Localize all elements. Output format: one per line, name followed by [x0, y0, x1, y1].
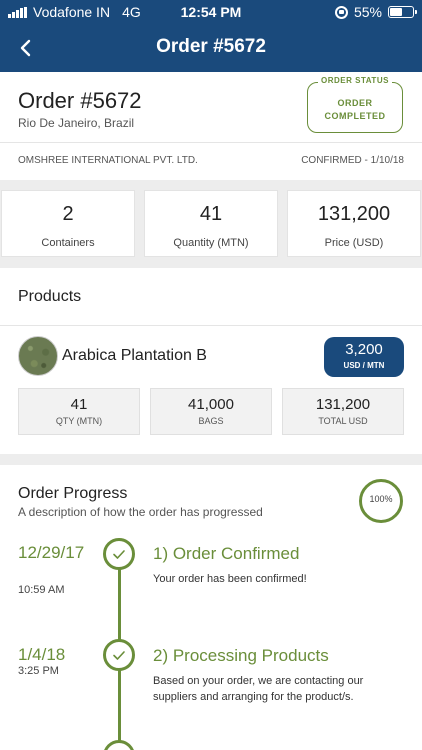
stat-label: Containers [41, 237, 95, 249]
product-metric-bags: 41,000 BAGS [150, 388, 272, 435]
progress-percent-ring: 100% [359, 479, 403, 523]
order-status-line2: COMPLETED [324, 111, 386, 121]
progress-description: A description of how the order has progr… [18, 505, 263, 519]
divider [0, 325, 422, 326]
company-name: OMSHREE INTERNATIONAL PVT. LTD. [18, 155, 198, 166]
status-bar: Vodafone IN 4G 12:54 PM 55% [0, 0, 422, 26]
product-metric-total: 131,200 TOTAL USD [282, 388, 404, 435]
step-check-dot [103, 538, 135, 570]
top-bar: Vodafone IN 4G 12:54 PM 55% Order #5672 [0, 0, 422, 72]
metric-value: 131,200 [315, 396, 371, 413]
metric-value: 41,000 [188, 396, 234, 413]
product-price-unit: USD / MTN [343, 361, 385, 370]
products-card: Products Arabica Plantation B 3,200 USD … [0, 268, 422, 454]
step-text: Based on your order, we are contacting o… [153, 675, 364, 703]
metric-label: TOTAL USD [318, 416, 368, 426]
step-time: 10:59 AM [18, 584, 65, 596]
confirmed-date: CONFIRMED - 1/10/18 [301, 155, 404, 166]
nav-title: Order #5672 [156, 36, 266, 57]
status-right: 55% [334, 4, 417, 20]
step-check-dot [103, 639, 135, 671]
product-price-badge: 3,200 USD / MTN [324, 337, 404, 377]
products-title: Products [18, 288, 82, 305]
metric-label: QTY (MTN) [55, 416, 103, 426]
order-header-card: Order #5672 Rio De Janeiro, Brazil ORDER… [0, 72, 422, 180]
order-status-badge: ORDER STATUS ORDER COMPLETED [307, 76, 403, 133]
order-status-value: ORDER COMPLETED [308, 97, 402, 123]
metric-value: 41 [70, 396, 88, 413]
rotation-lock-icon [334, 5, 348, 19]
stat-value: 2 [62, 203, 74, 225]
stat-label: Price (USD) [324, 237, 384, 249]
order-progress-card: Order Progress A description of how the … [0, 465, 422, 750]
product-price: 3,200 [345, 341, 383, 358]
stat-value: 131,200 [317, 203, 391, 225]
order-status-label: ORDER STATUS [318, 76, 392, 85]
step-title: 2) Processing Products [153, 646, 329, 665]
divider [0, 142, 422, 143]
stat-quantity: 41 Quantity (MTN) [144, 190, 278, 257]
step-time: 3:25 PM [18, 665, 59, 677]
check-icon [113, 550, 125, 559]
stat-containers: 2 Containers [1, 190, 135, 257]
metric-label: BAGS [198, 416, 224, 426]
stat-value: 41 [199, 203, 223, 225]
stat-price: 131,200 Price (USD) [287, 190, 421, 257]
step-title: 1) Order Confirmed [153, 544, 300, 563]
stat-label: Quantity (MTN) [173, 237, 249, 249]
progress-title: Order Progress [18, 485, 128, 502]
order-location: Rio De Janeiro, Brazil [18, 116, 135, 130]
product-metric-qty: 41 QTY (MTN) [18, 388, 140, 435]
check-icon [113, 651, 125, 660]
product-name[interactable]: Arabica Plantation B [62, 347, 207, 365]
product-thumbnail [18, 336, 58, 376]
nav-bar: Order #5672 [0, 26, 422, 72]
progress-percent: 100% [369, 494, 393, 504]
order-title: Order #5672 [18, 88, 142, 113]
step-text: Your order has been confirmed! [153, 573, 307, 585]
step-date: 1/4/18 [18, 645, 66, 664]
battery-percent: 55% [353, 4, 382, 20]
step-dot-partial [103, 740, 135, 750]
step-date: 12/29/17 [18, 543, 85, 562]
battery-icon [388, 6, 417, 18]
order-status-line1: ORDER [337, 98, 373, 108]
